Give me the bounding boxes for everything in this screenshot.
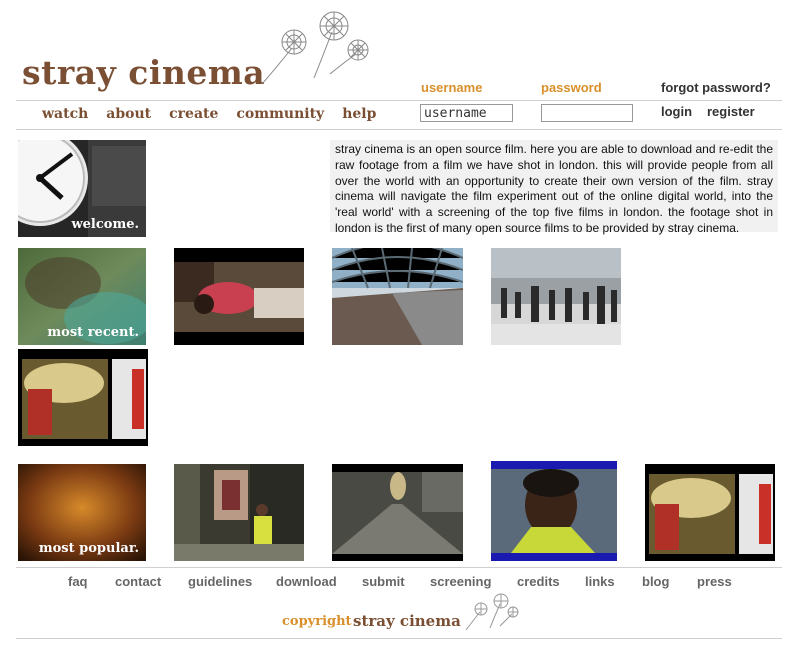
popular-label: most popular. [38, 541, 139, 556]
popular-image-2 [174, 464, 304, 561]
footer-link-links[interactable]: links [585, 574, 615, 589]
footer-link-guidelines[interactable]: guidelines [188, 574, 252, 589]
footer-link-screening[interactable]: screening [430, 574, 491, 589]
recent-thumb-1[interactable]: most recent. [18, 248, 146, 345]
nav-about[interactable]: about [106, 106, 151, 122]
recent-thumb-2[interactable] [174, 248, 304, 345]
recent-image-4 [491, 248, 621, 345]
popular-image-3 [332, 464, 463, 561]
copyright-label: copyright [282, 614, 352, 629]
intro-text: stray cinema is an open source film. her… [330, 140, 778, 235]
site-logo[interactable]: stray cinema [22, 56, 265, 89]
footer-link-blog[interactable]: blog [642, 574, 669, 589]
forgot-password-link[interactable]: forgot password? [661, 80, 771, 95]
footer-divider-bottom [16, 638, 782, 639]
recent-label: most recent. [47, 325, 139, 340]
popular-thumb-2[interactable] [174, 464, 304, 561]
main-nav: watch about create community help [42, 106, 394, 122]
recent-image-3 [332, 248, 463, 345]
recent-thumb-4[interactable] [491, 248, 621, 345]
nav-community[interactable]: community [236, 106, 324, 122]
footer-link-submit[interactable]: submit [362, 574, 405, 589]
copyright-brand: stray cinema [353, 612, 461, 630]
footer-link-contact[interactable]: contact [115, 574, 161, 589]
username-input[interactable] [420, 104, 513, 122]
welcome-label: welcome. [71, 217, 139, 232]
password-input[interactable] [541, 104, 633, 122]
footer-link-press[interactable]: press [697, 574, 732, 589]
footer-divider-top [16, 567, 782, 568]
footer-link-download[interactable]: download [276, 574, 337, 589]
popular-thumb-3[interactable] [332, 464, 463, 561]
nav-divider [16, 129, 782, 130]
register-link[interactable]: register [707, 104, 755, 119]
username-label: username [421, 80, 483, 95]
nav-help[interactable]: help [342, 106, 376, 122]
footer-link-credits[interactable]: credits [517, 574, 560, 589]
header-divider [16, 100, 782, 101]
dandelion-small-icon [465, 593, 519, 631]
welcome-banner[interactable]: welcome. [18, 140, 146, 237]
recent-image-2 [174, 248, 304, 345]
popular-image-4 [491, 461, 617, 561]
recent-thumb-5[interactable] [18, 349, 148, 446]
footer-link-faq[interactable]: faq [68, 574, 88, 589]
popular-thumb-5[interactable] [645, 464, 775, 561]
login-link[interactable]: login [661, 104, 692, 119]
nav-watch[interactable]: watch [42, 106, 88, 122]
dandelion-flowers-icon [261, 11, 369, 85]
popular-thumb-1[interactable]: most popular. [18, 464, 146, 561]
popular-thumb-4[interactable] [491, 461, 617, 561]
recent-image-5 [18, 349, 148, 446]
popular-image-5 [645, 464, 775, 561]
nav-create[interactable]: create [169, 106, 218, 122]
password-label: password [541, 80, 602, 95]
recent-thumb-3[interactable] [332, 248, 463, 345]
